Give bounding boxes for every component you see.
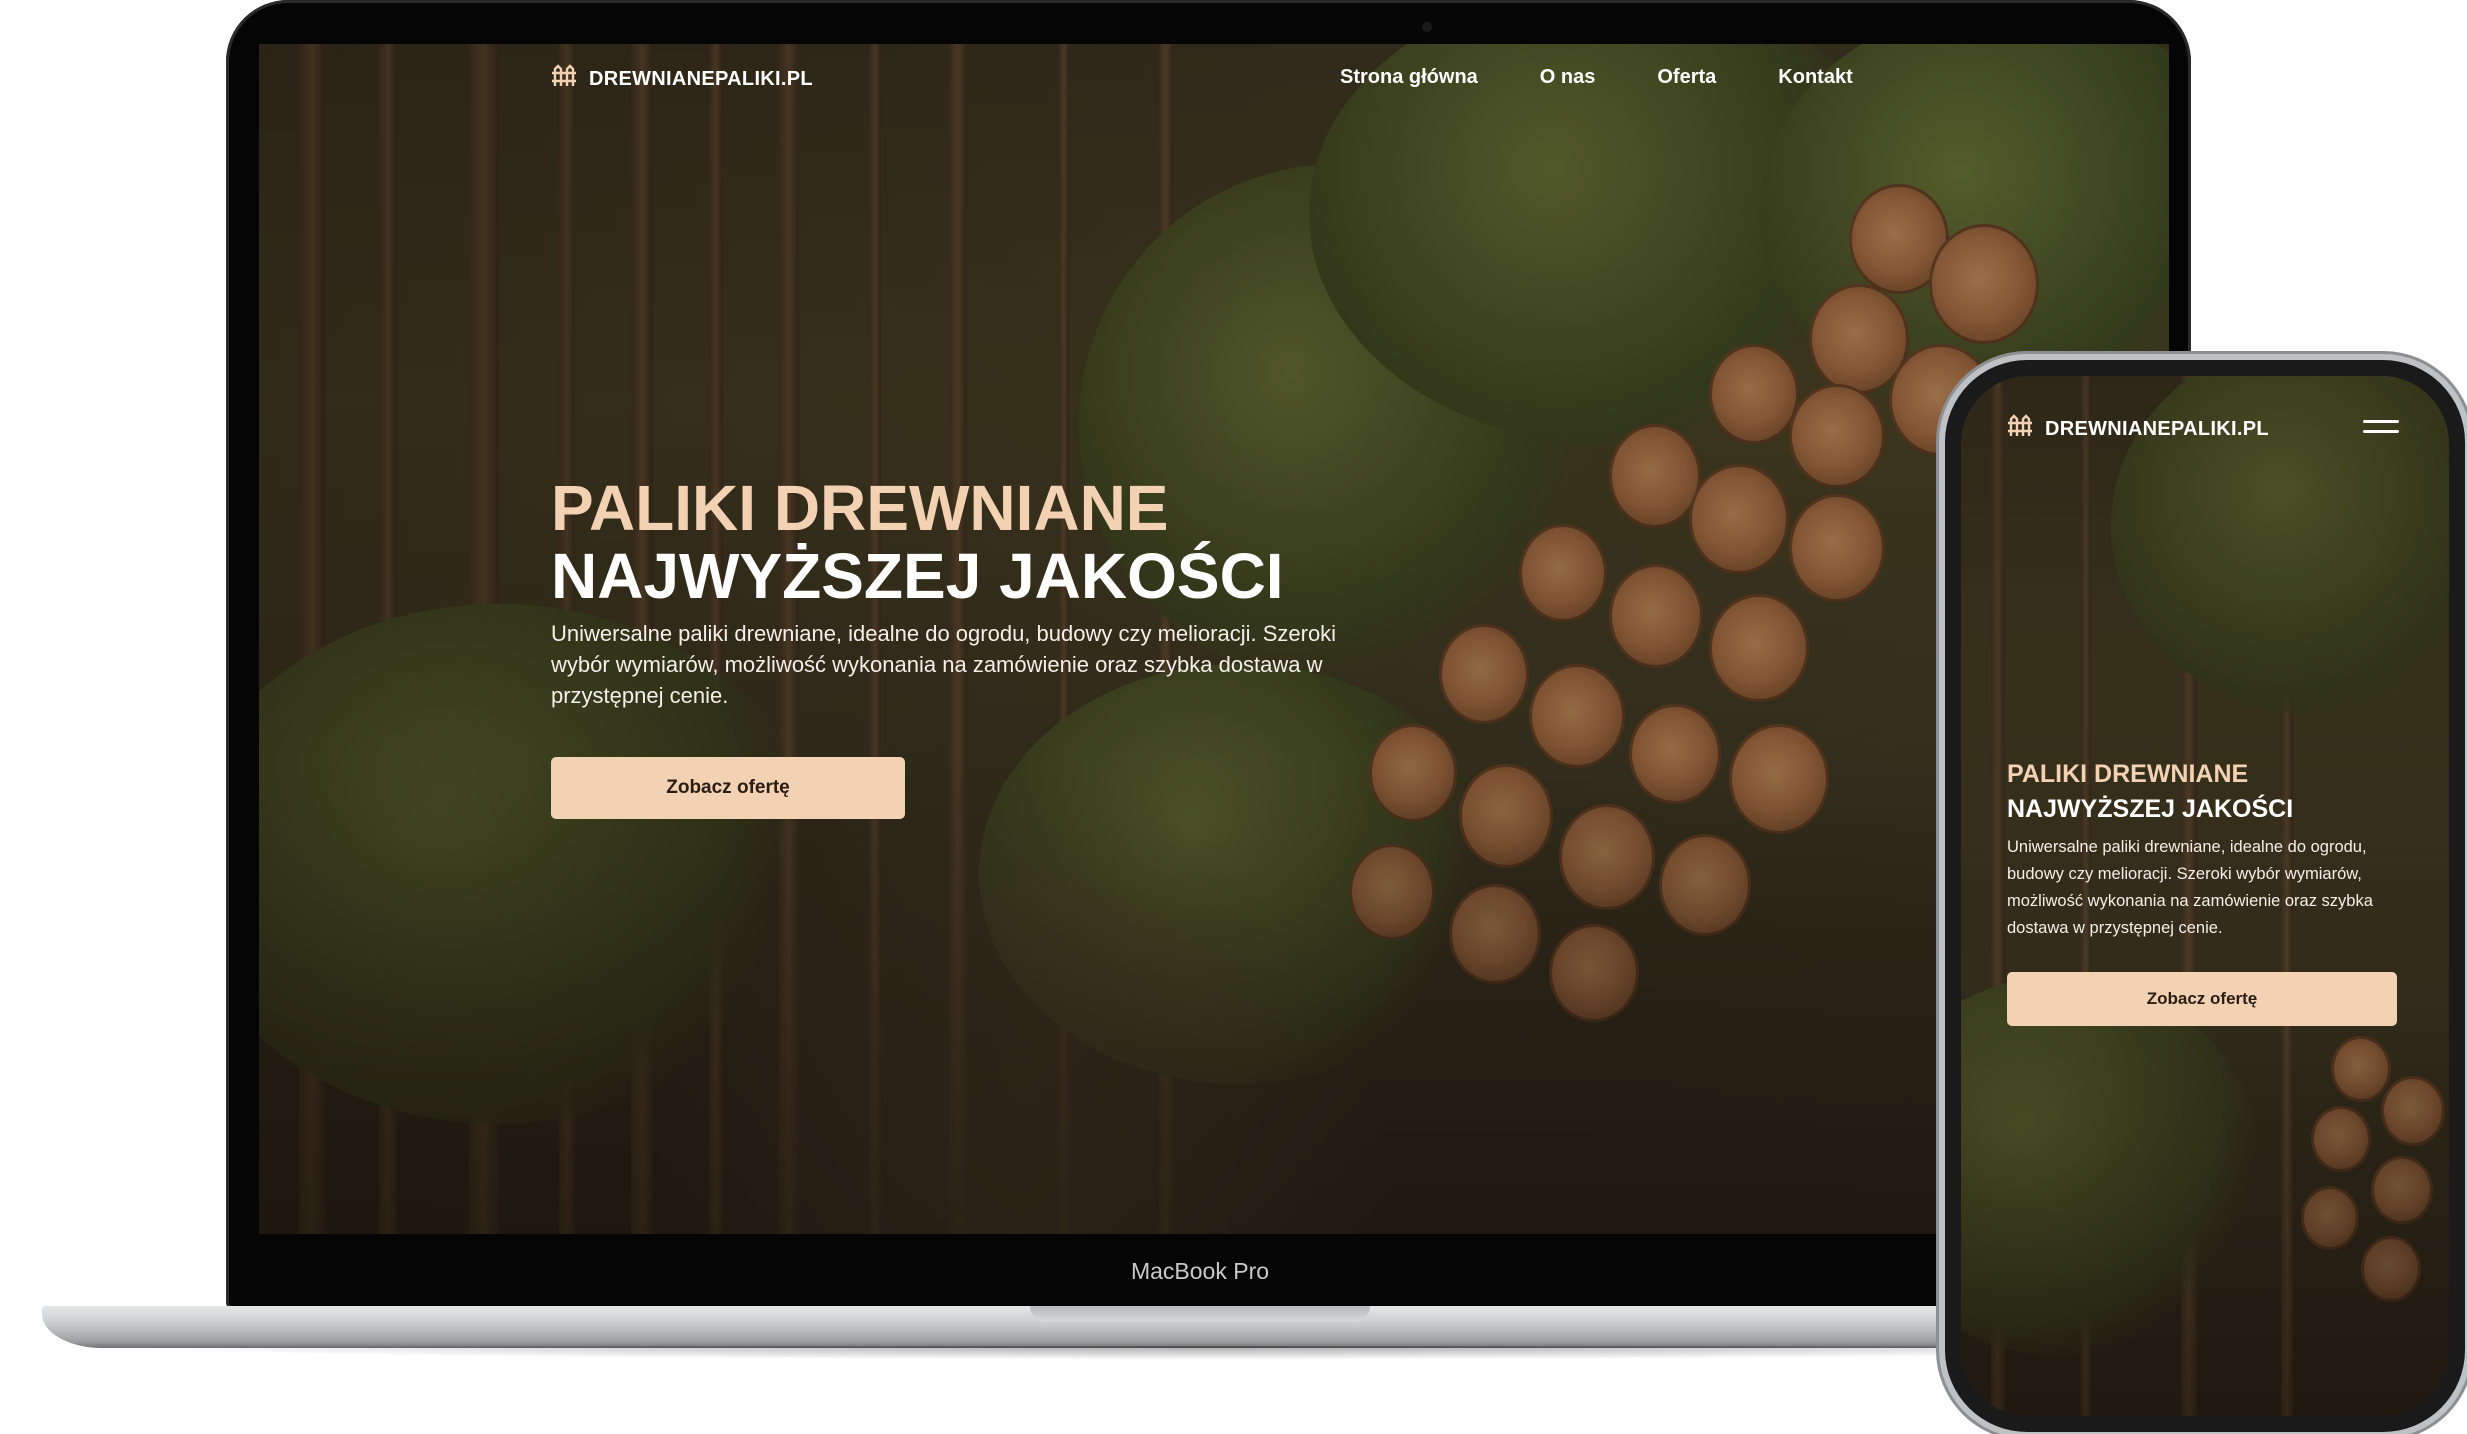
nav-link-offer[interactable]: Oferta — [1657, 66, 1716, 89]
main-navigation: Strona główna O nas Oferta Kontakt — [1340, 66, 1853, 89]
brand-name: DREWNIANEPALIKI.PL — [589, 67, 813, 90]
phone-device: DREWNIANEPALIKI.PL PALIKI DREWNIANE NAJW… — [1945, 360, 2465, 1432]
hamburger-menu-icon[interactable] — [2363, 420, 2399, 433]
site-logo[interactable]: DREWNIANEPALIKI.PL — [551, 64, 813, 94]
laptop-opening-notch — [1030, 1306, 1370, 1322]
hero-title-line2: NAJWYŻSZEJ JAKOŚCI — [2007, 795, 2294, 823]
nav-link-about[interactable]: O nas — [1540, 66, 1596, 89]
see-offer-button[interactable]: Zobacz ofertę — [551, 757, 905, 819]
phone-screen: DREWNIANEPALIKI.PL PALIKI DREWNIANE NAJW… — [1961, 376, 2449, 1416]
see-offer-button[interactable]: Zobacz ofertę — [2007, 972, 2397, 1026]
fence-icon — [551, 64, 577, 94]
hero-section: PALIKI DREWNIANE NAJWYŻSZEJ JAKOŚCI Uniw… — [551, 476, 1371, 819]
brand-name: DREWNIANEPALIKI.PL — [2045, 417, 2269, 440]
fence-icon — [2007, 414, 2033, 444]
hero-description: Uniwersalne paliki drewniane, idealne do… — [551, 621, 1337, 708]
nav-link-home[interactable]: Strona główna — [1340, 66, 1478, 89]
hero-title-line1: PALIKI DREWNIANE — [2007, 760, 2249, 788]
hero-title-line1: PALIKI DREWNIANE — [551, 472, 1169, 544]
hero-description: Uniwersalne paliki drewniane, idealne do… — [2007, 838, 2373, 937]
laptop-model-label: MacBook Pro — [1130, 1258, 1270, 1284]
hero-title-line2: NAJWYŻSZEJ JAKOŚCI — [551, 540, 1284, 612]
laptop-screen: DREWNIANEPALIKI.PL Strona główna O nas O… — [259, 44, 2169, 1234]
hero-section-mobile: PALIKI DREWNIANE NAJWYŻSZEJ JAKOŚCI Uniw… — [2007, 762, 2407, 1026]
camera-icon — [1422, 22, 1432, 32]
site-logo-mobile[interactable]: DREWNIANEPALIKI.PL — [2007, 414, 2269, 444]
nav-link-contact[interactable]: Kontakt — [1778, 66, 1852, 89]
